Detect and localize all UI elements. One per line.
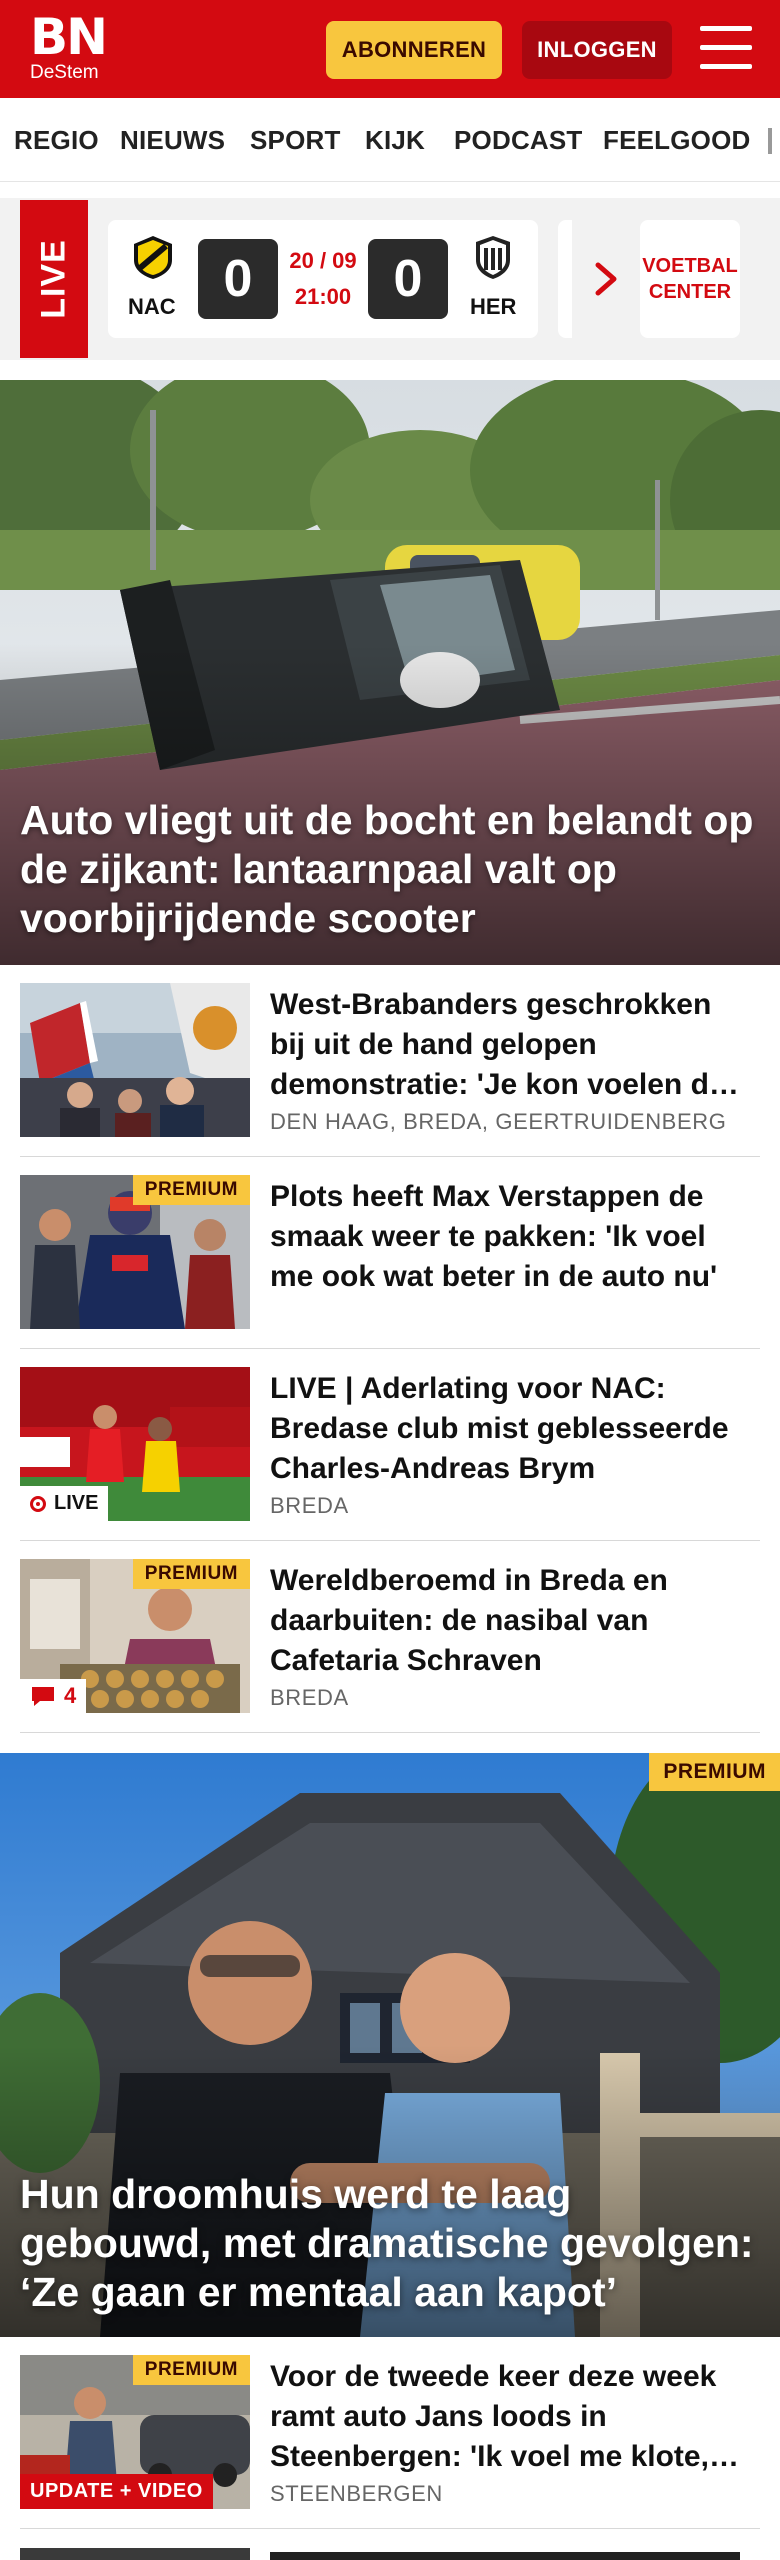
article-text: Wereldberoemd in Breda en daarbuiten: de… <box>270 1561 750 1711</box>
heracles-crest-icon <box>476 236 510 279</box>
next-match-card-edge[interactable] <box>558 220 572 338</box>
comment-icon <box>32 1687 54 1706</box>
live-badge: LIVE <box>20 1486 109 1521</box>
match-date: 20 / 09 <box>289 248 357 273</box>
article-text: LIVE | Aderlating voor NAC: Bredase club… <box>270 1369 750 1519</box>
site-logo[interactable]: BN DeStem <box>30 8 108 84</box>
article-thumbnail: PREMIUM <box>20 1175 250 1329</box>
article-thumbnail: PREMIUM UPDATE + VIDEO <box>20 2355 250 2509</box>
article-location: STEENBERGEN <box>270 2481 443 2506</box>
nac-crest-icon <box>134 236 172 279</box>
next-list-item-peek <box>0 2548 780 2560</box>
nav-item-sport[interactable]: SPORT <box>250 125 341 156</box>
live-dot-icon <box>30 1495 46 1512</box>
voetbal-center-button[interactable]: VOETBAL CENTER <box>640 220 740 338</box>
article-title[interactable]: Wereldberoemd in Breda en daarbuiten: de… <box>270 1561 750 1681</box>
home-score: 0 <box>198 239 278 319</box>
match-card[interactable]: NAC 0 20 / 09 21:00 0 HER <box>108 220 538 338</box>
login-button[interactable]: INLOGGEN <box>522 21 672 79</box>
update-video-badge: UPDATE + VIDEO <box>20 2474 213 2509</box>
article-title[interactable]: Voor de tweede keer deze week ramt auto … <box>270 2357 750 2477</box>
comment-count-badge[interactable]: 4 <box>20 1679 87 1713</box>
list-item[interactable]: PREMIUM UPDATE + VIDEO Voor de tweede ke… <box>20 2337 760 2529</box>
logo-sub: DeStem <box>30 62 99 83</box>
hero-headline[interactable]: Auto vliegt uit de bocht en belandt op d… <box>20 796 760 943</box>
article-location: BREDA <box>270 1685 349 1710</box>
list-item[interactable]: PREMIUM Plots heeft Max Verstappen de sm… <box>20 1157 760 1349</box>
home-team-name: NAC <box>128 294 176 319</box>
article-text: Plots heeft Max Verstappen de smaak weer… <box>270 1177 750 1297</box>
article-title[interactable]: West-Brabanders geschrokken bij uit de h… <box>270 985 750 1105</box>
article-thumbnail: LIVE <box>20 1367 250 1521</box>
match-time: 21:00 <box>294 284 352 309</box>
premium-badge: PREMIUM <box>132 1175 250 1205</box>
logo-main: BN <box>30 8 108 66</box>
premium-badge: PREMIUM <box>132 1559 250 1589</box>
list-item[interactable]: LIVE LIVE | Aderlating voor NAC: Bredase… <box>20 1349 760 1541</box>
article-location: DEN HAAG, BREDA, GEERTRUIDENBERG <box>270 1109 727 1134</box>
premium-badge: PREMIUM <box>132 2355 250 2385</box>
article-title[interactable]: LIVE | Aderlating voor NAC: Bredase club… <box>270 1369 750 1489</box>
nav-item-regio[interactable]: REGIO <box>14 125 99 156</box>
nav-item-podcast[interactable]: PODCAST <box>454 125 583 156</box>
nav-item-feelgood[interactable]: FEELGOOD <box>603 125 751 156</box>
article-text: West-Brabanders geschrokken bij uit de h… <box>270 985 750 1135</box>
article-location: BREDA <box>270 1493 349 1518</box>
live-tag: LIVE <box>20 200 88 358</box>
section-nav: REGIO NIEUWS SPORT KIJK PODCAST FEELGOOD <box>0 98 780 182</box>
article-thumbnail: PREMIUM 4 <box>20 1559 250 1713</box>
nav-item-nieuws[interactable]: NIEUWS <box>120 125 225 156</box>
featured-article[interactable]: PREMIUM Hun droomhuis werd te laag gebou… <box>0 1753 780 2337</box>
away-team-name: HER <box>470 294 517 319</box>
live-tag-label: LIVE <box>34 239 73 319</box>
away-score: 0 <box>368 239 448 319</box>
premium-badge: PREMIUM <box>649 1753 780 1791</box>
chevron-right-icon[interactable] <box>592 262 622 296</box>
list-item[interactable]: PREMIUM 4 Wereldberoemd in Breda en daar… <box>20 1541 760 1733</box>
article-title[interactable]: Plots heeft Max Verstappen de smaak weer… <box>270 1177 750 1297</box>
comment-count: 4 <box>64 1683 77 1708</box>
nav-overflow-indicator <box>768 128 772 154</box>
hamburger-menu-icon[interactable] <box>700 26 752 70</box>
article-thumbnail <box>20 983 250 1137</box>
list-item[interactable]: West-Brabanders geschrokken bij uit de h… <box>20 965 760 1157</box>
subscribe-button[interactable]: ABONNEREN <box>326 21 502 79</box>
site-header: BN DeStem ABONNEREN INLOGGEN <box>0 0 780 98</box>
hero-article[interactable]: Auto vliegt uit de bocht en belandt op d… <box>0 380 780 965</box>
featured-headline[interactable]: Hun droomhuis werd te laag gebouwd, met … <box>20 2170 760 2317</box>
nav-item-kijk[interactable]: KIJK <box>365 125 425 156</box>
article-text: Voor de tweede keer deze week ramt auto … <box>270 2357 750 2507</box>
live-badge-label: LIVE <box>54 1492 99 1514</box>
